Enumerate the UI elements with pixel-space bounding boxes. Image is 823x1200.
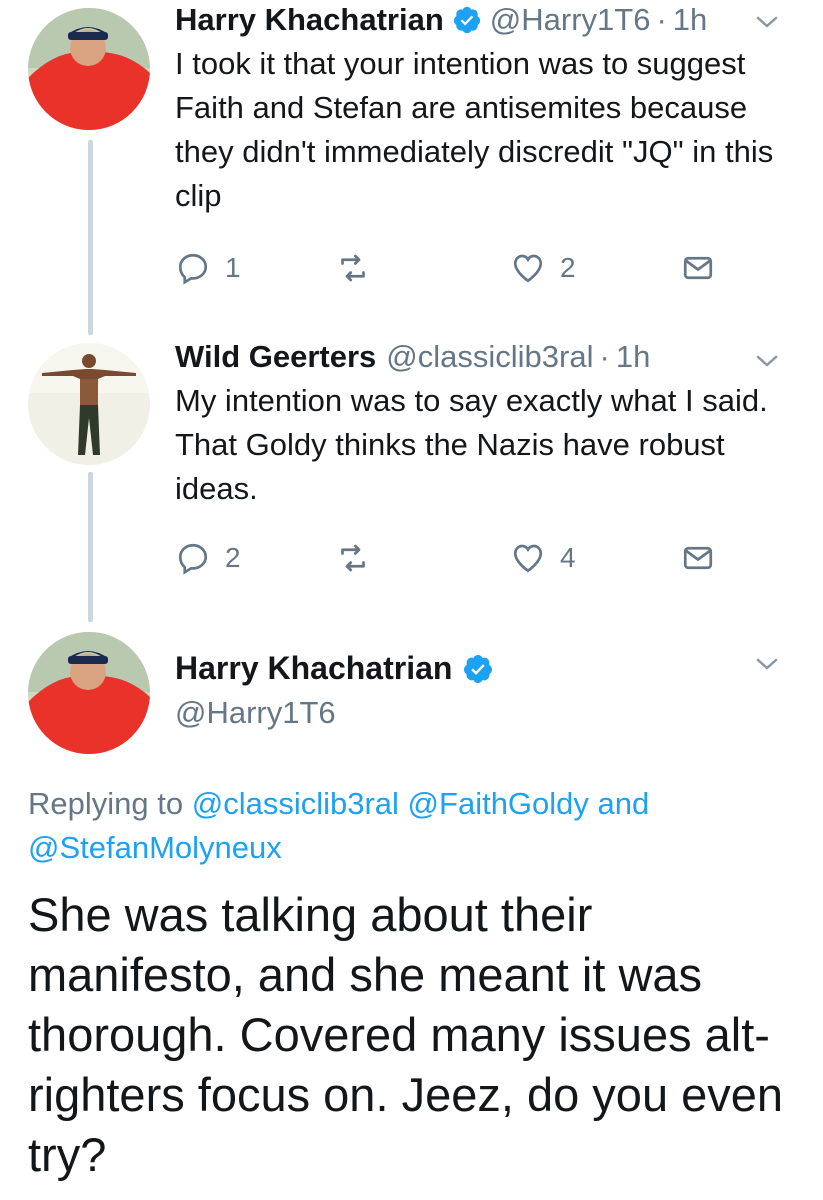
mention-link[interactable]: @classiclib3ral: [192, 786, 399, 821]
retweet-icon: [341, 254, 365, 282]
separator-dot: ·: [599, 339, 610, 374]
reply-icon: [178, 253, 208, 285]
reply-button[interactable]: 1: [175, 250, 241, 286]
envelope-icon: [683, 546, 713, 570]
avatar-image-harry: [28, 632, 150, 754]
retweet-icon: [341, 544, 365, 572]
dm-button[interactable]: [680, 540, 716, 576]
reply-count: 2: [225, 542, 241, 573]
tweet-header: Harry Khachatrian @Harry1T6 · 1h: [175, 0, 803, 40]
author-name[interactable]: Harry Khachatrian: [175, 0, 444, 40]
tweet-actions: 1 2: [175, 250, 735, 290]
tweet-wild-geerters[interactable]: Wild Geerters @classiclib3ral · 1h My in…: [175, 337, 803, 511]
avatar[interactable]: [28, 632, 150, 754]
heart-icon: [513, 544, 543, 573]
replying-prefix: Replying to: [28, 786, 184, 821]
timestamp[interactable]: 1h: [673, 0, 707, 40]
tweet-actions: 2 4: [175, 540, 735, 580]
dm-button[interactable]: [680, 250, 716, 286]
tweet-text: I took it that your intention was to sug…: [175, 46, 774, 213]
author-handle[interactable]: @Harry1T6: [490, 0, 651, 40]
avatar[interactable]: [28, 343, 150, 465]
tweet-text: My intention was to say exactly what I s…: [175, 383, 768, 506]
main-tweet-header: Harry Khachatrian @Harry1T6: [175, 650, 803, 731]
like-count: 2: [560, 252, 576, 283]
author-handle[interactable]: @Harry1T6: [175, 695, 803, 731]
author-name[interactable]: Wild Geerters: [175, 337, 376, 377]
avatar[interactable]: [28, 8, 150, 130]
retweet-button[interactable]: [335, 250, 371, 286]
thread-line-2: [88, 472, 93, 622]
replying-to: Replying to @classiclib3ral @FaithGoldy …: [28, 782, 803, 870]
like-button[interactable]: 2: [510, 250, 576, 286]
heart-icon: [513, 254, 543, 283]
like-button[interactable]: 4: [510, 540, 576, 576]
envelope-icon: [683, 256, 713, 280]
reply-icon: [178, 543, 208, 575]
mention-link[interactable]: @FaithGoldy: [408, 786, 589, 821]
author-name[interactable]: Harry Khachatrian: [175, 650, 452, 687]
like-count: 4: [560, 542, 576, 573]
avatar-image-harry: [28, 8, 150, 130]
retweet-button[interactable]: [335, 540, 371, 576]
avatar-image-wild-geerters: [28, 343, 150, 465]
tweet-harry-1[interactable]: Harry Khachatrian @Harry1T6 · 1h I took …: [175, 0, 803, 218]
verified-badge-icon: [453, 6, 480, 34]
main-tweet-text: She was talking about their manifesto, a…: [28, 888, 784, 1181]
verified-badge-icon: [464, 654, 493, 683]
timestamp[interactable]: 1h: [616, 337, 650, 377]
separator-dot: ·: [656, 2, 667, 37]
reply-button[interactable]: 2: [175, 540, 241, 576]
tweet-header: Wild Geerters @classiclib3ral · 1h: [175, 337, 803, 377]
replying-and[interactable]: and: [598, 786, 650, 821]
thread-line-1: [88, 140, 93, 335]
mention-link[interactable]: @StefanMolyneux: [28, 830, 282, 865]
chevron-down-icon[interactable]: [755, 353, 779, 369]
author-handle[interactable]: @classiclib3ral: [386, 337, 593, 377]
chevron-down-icon[interactable]: [755, 656, 779, 672]
reply-count: 1: [225, 252, 241, 283]
chevron-down-icon[interactable]: [755, 14, 779, 30]
